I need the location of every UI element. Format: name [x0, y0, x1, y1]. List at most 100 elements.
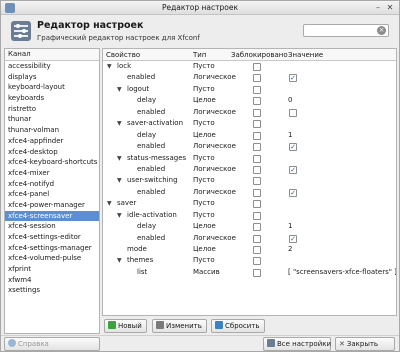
value-checkbox[interactable]: ✓: [289, 143, 297, 152]
value-checkbox[interactable]: ✓: [289, 74, 297, 83]
locked-checkbox[interactable]: [253, 246, 261, 254]
channel-item[interactable]: xfce4-desktop: [5, 147, 99, 158]
property-row[interactable]: ▼ user-switching Пусто: [103, 175, 396, 186]
new-button[interactable]: Новый: [104, 319, 147, 333]
property-value[interactable]: 1: [288, 130, 292, 141]
expander-arrow-icon[interactable]: ▼: [117, 118, 122, 129]
value-checkbox[interactable]: ✓: [289, 188, 297, 197]
property-type: Логическое: [193, 142, 236, 151]
channel-item[interactable]: xsettings: [5, 285, 99, 296]
property-row[interactable]: mode Целое 2: [103, 244, 396, 255]
locked-checkbox[interactable]: [253, 165, 261, 174]
minimize-icon[interactable]: –: [373, 3, 383, 13]
property-value[interactable]: 1: [288, 221, 292, 232]
channel-item[interactable]: xfce4-panel: [5, 189, 99, 200]
locked-checkbox[interactable]: [253, 188, 261, 197]
channel-item[interactable]: keyboard-layout: [5, 82, 99, 93]
help-button[interactable]: Справка: [4, 337, 100, 351]
locked-checkbox[interactable]: [253, 234, 261, 243]
all-settings-button-label: Все настройки: [277, 340, 332, 348]
value-checkbox[interactable]: ✓: [289, 165, 297, 174]
locked-checkbox[interactable]: [253, 120, 261, 129]
expander-arrow-icon[interactable]: ▼: [107, 198, 112, 209]
property-type: Пусто: [193, 256, 215, 265]
locked-checkbox[interactable]: [253, 257, 261, 266]
property-row[interactable]: delay Целое 1: [103, 130, 396, 141]
locked-checkbox[interactable]: [253, 211, 261, 220]
property-row[interactable]: ▼ saver Пусто: [103, 198, 396, 209]
expander-arrow-icon[interactable]: ▼: [117, 210, 122, 221]
property-name: enabled: [137, 164, 166, 173]
channel-item[interactable]: ristretto: [5, 104, 99, 115]
close-button[interactable]: ✕ Закрыть: [335, 337, 395, 351]
channel-item[interactable]: xfce4-session: [5, 221, 99, 232]
channel-item[interactable]: accessibility: [5, 61, 99, 72]
property-row[interactable]: delay Целое 0: [103, 95, 396, 106]
channel-item[interactable]: xfce4-appfinder: [5, 136, 99, 147]
expander-arrow-icon[interactable]: ▼: [117, 175, 122, 186]
channel-item[interactable]: xfwm4: [5, 275, 99, 286]
locked-checkbox[interactable]: [253, 143, 261, 152]
channel-item[interactable]: xfce4-power-manager: [5, 200, 99, 211]
locked-checkbox[interactable]: [253, 74, 261, 83]
expander-arrow-icon[interactable]: ▼: [117, 84, 122, 95]
channel-item[interactable]: keyboards: [5, 93, 99, 104]
new-button-label: Новый: [118, 322, 142, 330]
property-row[interactable]: ▼ logout Пусто: [103, 84, 396, 95]
locked-checkbox[interactable]: [253, 177, 261, 186]
locked-checkbox[interactable]: [253, 85, 261, 94]
search-input[interactable]: ×: [303, 24, 389, 37]
property-value[interactable]: 0: [288, 95, 292, 106]
locked-checkbox[interactable]: [253, 268, 261, 277]
expander-arrow-icon[interactable]: ▼: [117, 153, 122, 164]
expander-arrow-icon[interactable]: ▼: [107, 61, 112, 72]
channel-item[interactable]: thunar: [5, 114, 99, 125]
channel-column-header[interactable]: Канал: [5, 49, 99, 61]
channel-item[interactable]: xfce4-screensaver: [5, 210, 99, 222]
property-row[interactable]: ▼ themes Пусто: [103, 255, 396, 266]
property-row[interactable]: ▼ saver-activation Пусто: [103, 118, 396, 129]
clear-search-icon[interactable]: ×: [377, 26, 386, 35]
property-row[interactable]: list Массив [ "screensavers-xfce-floaters"…: [103, 267, 396, 278]
expander-arrow-icon[interactable]: ▼: [117, 255, 122, 266]
property-row[interactable]: enabled Логическое ✓: [103, 187, 396, 198]
channel-item[interactable]: xfce4-keyboard-shortcuts: [5, 157, 99, 168]
property-row[interactable]: delay Целое 1: [103, 221, 396, 232]
column-type[interactable]: Тип: [193, 50, 206, 60]
property-value[interactable]: 2: [288, 244, 292, 255]
channel-item[interactable]: xfce4-mixer: [5, 168, 99, 179]
edit-button[interactable]: Изменить: [152, 319, 207, 333]
channel-item[interactable]: xfce4-settings-editor: [5, 232, 99, 243]
property-row[interactable]: enabled Логическое ✓: [103, 233, 396, 244]
property-row[interactable]: enabled Логическое ✓: [103, 141, 396, 152]
locked-checkbox[interactable]: [253, 223, 261, 232]
property-row[interactable]: enabled Логическое ✓: [103, 164, 396, 175]
column-value[interactable]: Значение: [288, 50, 323, 60]
reset-button[interactable]: Сбросить: [211, 319, 265, 333]
locked-checkbox[interactable]: [253, 63, 261, 71]
channel-item[interactable]: xfprint: [5, 264, 99, 275]
column-property[interactable]: Свойство: [106, 50, 140, 60]
channel-item[interactable]: displays: [5, 72, 99, 83]
property-row[interactable]: enabled Логическое ✓: [103, 72, 396, 83]
channel-item[interactable]: thunar-volman: [5, 125, 99, 136]
property-row[interactable]: enabled Логическое: [103, 107, 396, 118]
property-row[interactable]: ▼ idle-activation Пусто: [103, 210, 396, 221]
locked-checkbox[interactable]: [253, 108, 261, 117]
all-settings-button[interactable]: Все настройки: [263, 337, 331, 351]
channel-item[interactable]: xfce4-notifyd: [5, 179, 99, 190]
locked-checkbox[interactable]: [253, 97, 261, 106]
property-value[interactable]: [ "screensavers-xfce-floaters" ]: [288, 267, 396, 278]
locked-checkbox[interactable]: [253, 154, 261, 163]
channel-item[interactable]: xfce4-settings-manager: [5, 243, 99, 254]
close-window-icon[interactable]: ✕: [385, 3, 395, 13]
property-row[interactable]: ▼ status-messages Пусто: [103, 153, 396, 164]
footer-separator: [1, 335, 399, 336]
value-checkbox[interactable]: [289, 108, 297, 117]
column-locked[interactable]: Заблокировано: [231, 50, 288, 60]
channel-item[interactable]: xfce4-volumed-pulse: [5, 253, 99, 264]
locked-checkbox[interactable]: [253, 200, 261, 209]
value-checkbox[interactable]: ✓: [289, 234, 297, 243]
property-row[interactable]: ▼ lock Пусто: [103, 61, 396, 72]
locked-checkbox[interactable]: [253, 131, 261, 140]
